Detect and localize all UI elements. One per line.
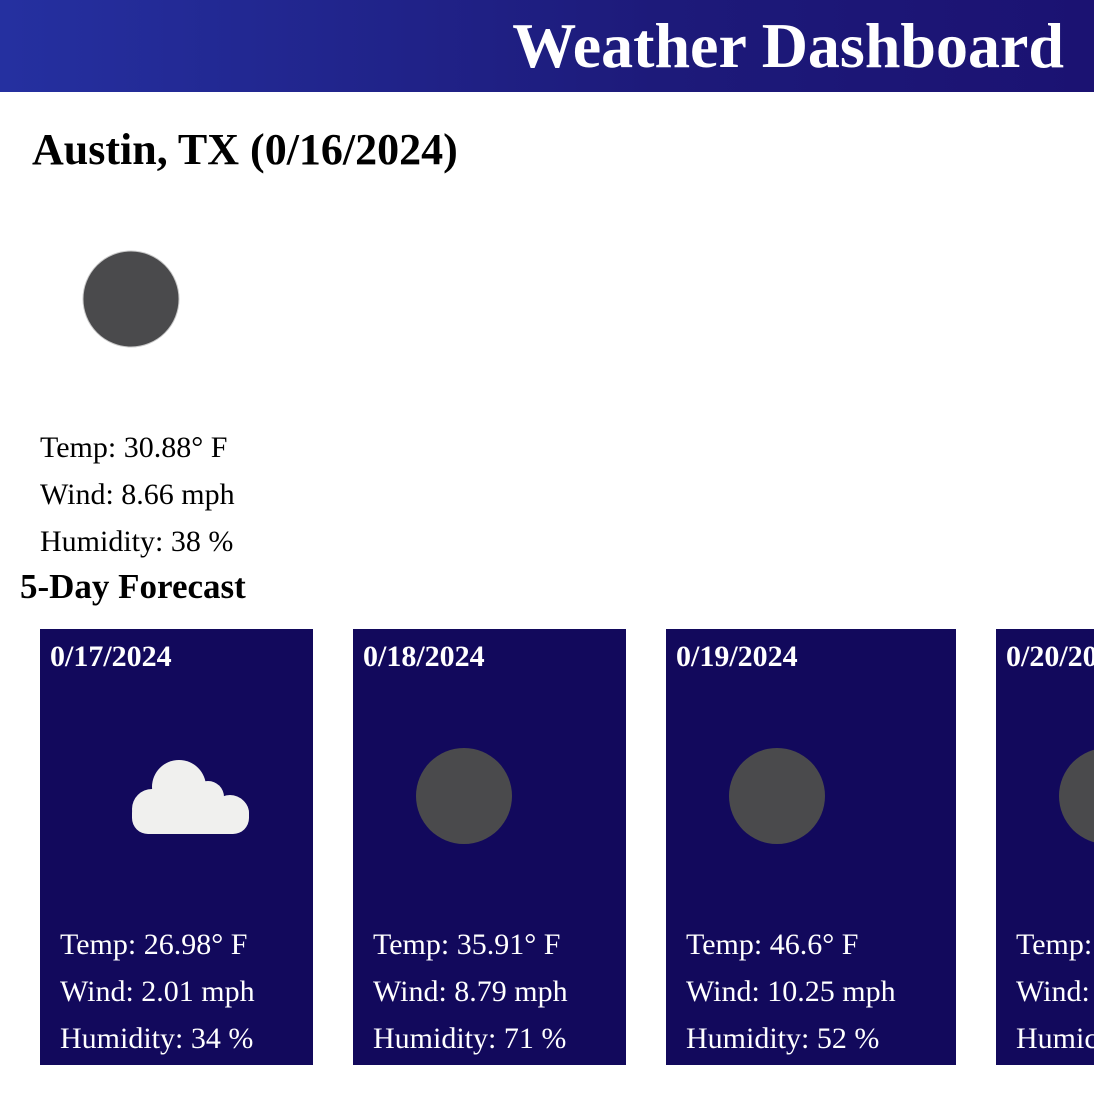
cloud-icon (132, 760, 249, 834)
current-temp: Temp: 30.88° F (40, 431, 228, 464)
moon-icon (82, 250, 180, 348)
forecast-temp: Temp: 35.91° F (373, 928, 561, 961)
forecast-humidity: Humic (1016, 1022, 1094, 1055)
forecast-stats: Temp: 46.6° F Wind: 10.25 mph Humidity: … (686, 921, 896, 1062)
forecast-humidity: Humidity: 71 % (373, 1022, 567, 1055)
forecast-wind: Wind: (1016, 975, 1090, 1008)
moon-icon (416, 748, 512, 844)
forecast-date: 0/19/2024 (676, 640, 798, 673)
forecast-humidity: Humidity: 52 % (686, 1022, 880, 1055)
forecast-card: 0/18/2024 Temp: 35.91° F Wind: 8.79 mph … (353, 629, 626, 1065)
page-title: Weather Dashboard (512, 10, 1064, 81)
forecast-temp: Temp: (1016, 928, 1093, 961)
forecast-stats: Temp: 35.91° F Wind: 8.79 mph Humidity: … (373, 921, 568, 1062)
forecast-wind: Wind: 10.25 mph (686, 975, 896, 1008)
forecast-temp: Temp: 26.98° F (60, 928, 248, 961)
forecast-humidity: Humidity: 34 % (60, 1022, 254, 1055)
forecast-heading: 5-Day Forecast (20, 567, 246, 606)
forecast-stats: Temp: Wind: Humic (1016, 921, 1094, 1062)
forecast-card: 0/17/2024 Temp: 26.98° F Wind: 2.01 mph … (40, 629, 313, 1065)
forecast-date: 0/20/20 (1006, 640, 1094, 673)
current-humidity: Humidity: 38 % (40, 525, 234, 558)
forecast-temp: Temp: 46.6° F (686, 928, 859, 961)
moon-icon (1059, 749, 1094, 843)
forecast-date: 0/17/2024 (50, 640, 172, 673)
forecast-date: 0/18/2024 (363, 640, 485, 673)
header-bar: Weather Dashboard (0, 0, 1094, 92)
forecast-wind: Wind: 8.79 mph (373, 975, 568, 1008)
forecast-wind: Wind: 2.01 mph (60, 975, 255, 1008)
forecast-cards: 0/17/2024 Temp: 26.98° F Wind: 2.01 mph … (0, 629, 1094, 1069)
current-conditions: Temp: 30.88° F Wind: 8.66 mph Humidity: … (40, 424, 235, 565)
current-wind: Wind: 8.66 mph (40, 478, 235, 511)
moon-icon (729, 748, 825, 844)
current-city-title: Austin, TX (0/16/2024) (32, 125, 458, 174)
forecast-card: 0/20/20 Temp: Wind: Humic (996, 629, 1094, 1065)
forecast-card: 0/19/2024 Temp: 46.6° F Wind: 10.25 mph … (666, 629, 956, 1065)
forecast-stats: Temp: 26.98° F Wind: 2.01 mph Humidity: … (60, 921, 255, 1062)
